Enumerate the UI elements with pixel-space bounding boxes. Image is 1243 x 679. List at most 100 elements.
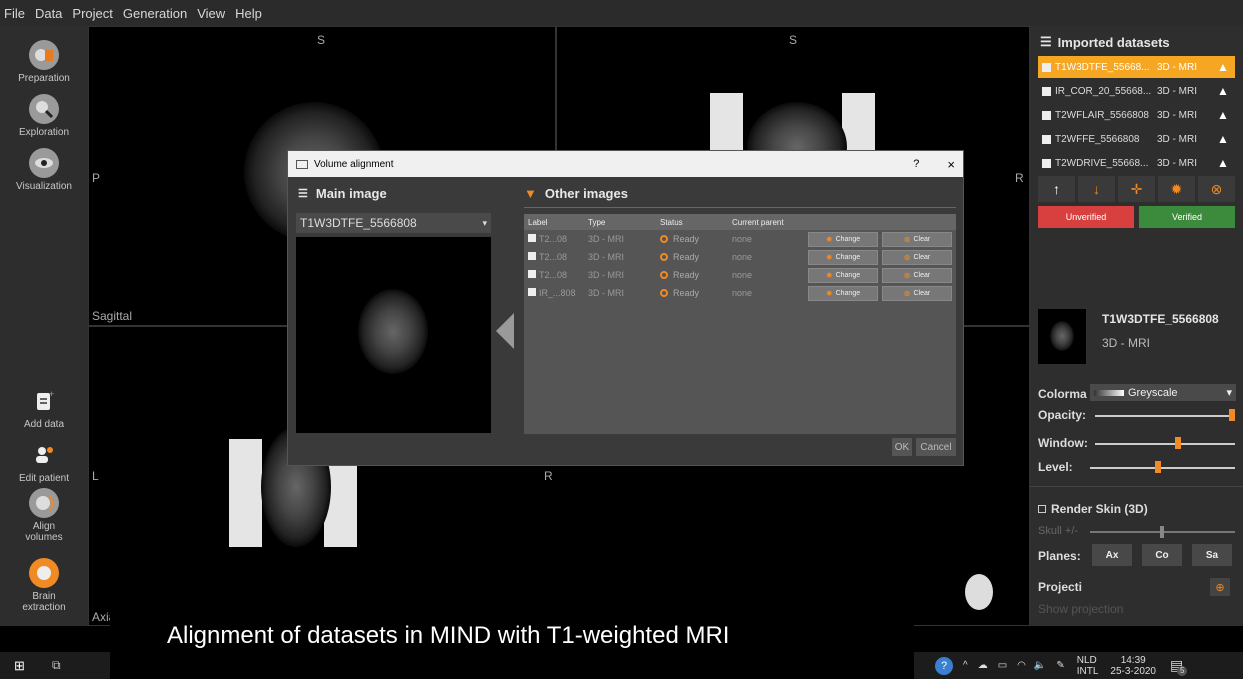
battery-icon[interactable]: ▭ bbox=[998, 660, 1007, 671]
pen-icon[interactable]: ✎ bbox=[1056, 660, 1064, 671]
tool-exploration[interactable]: Exploration bbox=[0, 94, 88, 138]
row-checkbox[interactable] bbox=[528, 234, 536, 242]
level-slider[interactable] bbox=[1090, 467, 1235, 469]
other-images-table: Label Type Status Current parent T2...08… bbox=[524, 214, 956, 434]
column-header: Label bbox=[528, 217, 548, 227]
projection-settings-button[interactable]: ⊕ bbox=[1210, 578, 1230, 596]
status-ready-icon bbox=[660, 235, 668, 243]
window-icon bbox=[296, 159, 308, 169]
colormap-select[interactable]: Greyscale ▾ bbox=[1090, 384, 1236, 401]
clear-label: Clear bbox=[913, 289, 931, 297]
opacity-slider-handle[interactable] bbox=[1229, 409, 1235, 421]
tool-brain-extraction[interactable]: Brain extraction bbox=[0, 558, 88, 613]
show-projection-label[interactable]: Show projection bbox=[1038, 602, 1123, 616]
windows-start-icon[interactable]: ⊞ bbox=[14, 658, 25, 674]
menu-view[interactable]: View bbox=[197, 6, 225, 21]
table-row[interactable]: T2...08 3D - MRI Ready none ✹ Change ⊗ Cle… bbox=[524, 266, 956, 284]
clear-button[interactable]: ⊗ Clear bbox=[882, 285, 952, 301]
plane-sa-button[interactable]: Sa bbox=[1192, 544, 1232, 566]
settings-button[interactable]: ✹ bbox=[1158, 176, 1195, 202]
main-image-select[interactable]: T1W3DTFE_5566808 ▾ bbox=[296, 213, 491, 233]
status-ready-icon bbox=[660, 253, 668, 261]
menu-help[interactable]: Help bbox=[235, 6, 262, 21]
clear-button[interactable]: ⊗ Clear bbox=[882, 231, 952, 247]
change-button[interactable]: ✹ Change bbox=[808, 231, 878, 247]
change-button[interactable]: ✹ Change bbox=[808, 249, 878, 265]
move-up-button[interactable]: ↑ bbox=[1038, 176, 1075, 202]
tool-visualization[interactable]: Visualization bbox=[0, 148, 88, 192]
dataset-type: 3D - MRI bbox=[1157, 133, 1197, 145]
row-checkbox[interactable] bbox=[528, 288, 536, 296]
render-skin-checkbox[interactable] bbox=[1038, 505, 1046, 513]
notification-icon[interactable]: ▤ 5 bbox=[1170, 657, 1188, 676]
change-button[interactable]: ✹ Change bbox=[808, 285, 878, 301]
dataset-row[interactable]: T2WDRIVE_55668... 3D - MRI ▲ bbox=[1038, 152, 1235, 174]
dataset-type: 3D - MRI bbox=[1157, 109, 1197, 121]
center-button[interactable]: ✛ bbox=[1118, 176, 1155, 202]
help-tray-icon[interactable]: ? bbox=[935, 656, 953, 675]
move-down-button[interactable]: ↓ bbox=[1078, 176, 1115, 202]
window-slider-handle[interactable] bbox=[1175, 437, 1182, 449]
cancel-button[interactable]: Cancel bbox=[916, 438, 956, 456]
clear-button[interactable]: ⊗ Clear bbox=[882, 267, 952, 283]
plane-ax-button[interactable]: Ax bbox=[1092, 544, 1132, 566]
tool-add-data[interactable]: + Add data bbox=[0, 386, 88, 430]
close-button[interactable]: × bbox=[947, 157, 955, 172]
volume-icon[interactable]: 🔈 bbox=[1034, 660, 1046, 671]
parent-cell: none bbox=[732, 288, 753, 298]
level-slider-handle[interactable] bbox=[1155, 461, 1162, 473]
selected-dataset-type: 3D - MRI bbox=[1102, 336, 1150, 350]
task-view-icon[interactable]: ⧉ bbox=[52, 658, 61, 673]
dataset-row[interactable]: IR_COR_20_55668... 3D - MRI ▲ bbox=[1038, 80, 1235, 102]
menu-data[interactable]: Data bbox=[35, 6, 62, 21]
tool-edit-patient[interactable]: Edit patient bbox=[0, 440, 88, 484]
dataset-checkbox[interactable] bbox=[1042, 86, 1051, 96]
row-checkbox[interactable] bbox=[528, 252, 536, 260]
dataset-row[interactable]: T1W3DTFE_55668... 3D - MRI ▲ bbox=[1038, 56, 1235, 78]
projection-label: Projecti bbox=[1038, 580, 1083, 594]
dataset-checkbox[interactable] bbox=[1042, 134, 1051, 144]
row-label: T2...08 bbox=[539, 270, 568, 280]
dataset-checkbox[interactable] bbox=[1042, 158, 1051, 168]
opacity-slider[interactable] bbox=[1095, 415, 1235, 417]
orientation-cube-icon[interactable] bbox=[957, 567, 1002, 617]
table-row[interactable]: T2...08 3D - MRI Ready none ✹ Change ⊗ Cle… bbox=[524, 248, 956, 266]
change-button[interactable]: ✹ Change bbox=[808, 267, 878, 283]
help-button[interactable]: ? bbox=[913, 158, 919, 170]
menu-generation[interactable]: Generation bbox=[123, 6, 187, 21]
tool-label: Exploration bbox=[18, 127, 70, 138]
dataset-checkbox[interactable] bbox=[1042, 62, 1051, 72]
dataset-checkbox[interactable] bbox=[1042, 110, 1051, 120]
warning-icon: ▲ bbox=[1217, 156, 1229, 170]
plane-co-button[interactable]: Co bbox=[1142, 544, 1182, 566]
window-slider[interactable] bbox=[1095, 443, 1235, 445]
ok-button[interactable]: OK bbox=[892, 438, 912, 456]
wifi-icon[interactable]: ◠ bbox=[1017, 660, 1026, 671]
table-row[interactable]: IR_...808 3D - MRI Ready none ✹ Change ⊗ C… bbox=[524, 284, 956, 302]
preview-brain-image bbox=[358, 289, 428, 374]
clear-button[interactable]: ⊗ Clear bbox=[882, 249, 952, 265]
tool-preparation[interactable]: Preparation bbox=[0, 40, 88, 84]
chevron-up-icon[interactable]: ^ bbox=[963, 660, 968, 671]
menu-project[interactable]: Project bbox=[72, 6, 112, 21]
remove-button[interactable]: ⊗ bbox=[1198, 176, 1235, 202]
render-skin-toggle[interactable]: Render Skin (3D) bbox=[1038, 502, 1148, 516]
imported-datasets-header: ☰ Imported datasets bbox=[1040, 34, 1170, 50]
column-header: Type bbox=[588, 217, 606, 227]
skull-slider-handle[interactable] bbox=[1159, 526, 1164, 538]
dataset-row[interactable]: T2WFFE_5566808 3D - MRI ▲ bbox=[1038, 128, 1235, 150]
verified-button[interactable]: Verified bbox=[1139, 206, 1235, 228]
dataset-name: T1W3DTFE_55668... bbox=[1055, 61, 1150, 73]
menu-file[interactable]: File bbox=[4, 6, 25, 21]
unverified-button[interactable]: Unverified bbox=[1038, 206, 1134, 228]
column-header: Status bbox=[660, 217, 683, 227]
table-row[interactable]: T2...08 3D - MRI Ready none ✹ Change ⊗ Cle… bbox=[524, 230, 956, 248]
language-indicator[interactable]: NLD INTL bbox=[1077, 655, 1099, 677]
type-cell: 3D - MRI bbox=[588, 234, 624, 244]
clock[interactable]: 14:39 25-3-2020 bbox=[1110, 655, 1156, 677]
dataset-row[interactable]: T2WFLAIR_5566808 3D - MRI ▲ bbox=[1038, 104, 1235, 126]
opacity-label: Opacity: bbox=[1038, 408, 1087, 422]
tool-align-volumes[interactable]: Align volumes bbox=[0, 488, 88, 543]
row-checkbox[interactable] bbox=[528, 270, 536, 278]
cloud-icon[interactable]: ☁ bbox=[978, 660, 988, 671]
